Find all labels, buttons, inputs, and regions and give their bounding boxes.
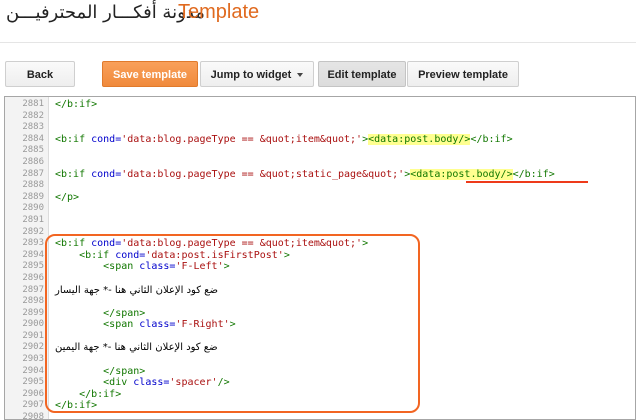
code-line[interactable]: 2882 bbox=[5, 110, 635, 123]
line-number: 2892 bbox=[22, 226, 44, 237]
code-line[interactable]: 2884 <b:if cond='data:blog.pageType == &q… bbox=[5, 133, 635, 146]
line-number: 2890 bbox=[22, 203, 44, 214]
annotation-underline bbox=[466, 181, 588, 183]
line-number: 2891 bbox=[22, 214, 44, 225]
chevron-down-icon bbox=[297, 73, 304, 78]
code-line[interactable]: 2881 </b:if> bbox=[5, 99, 635, 111]
line-number: 2883 bbox=[22, 122, 44, 133]
line-number: 2902 bbox=[22, 342, 44, 353]
code-line[interactable]: 2889 </p> bbox=[5, 191, 635, 204]
back-button[interactable]: Back bbox=[5, 61, 75, 87]
jump-to-widget-dropdown[interactable]: Jump to widget bbox=[200, 61, 314, 87]
code-line[interactable]: 2908 bbox=[5, 412, 635, 420]
line-number: 2885 bbox=[22, 145, 44, 156]
page-title: Template bbox=[178, 1, 260, 23]
line-number: 2904 bbox=[22, 365, 44, 376]
save-template-button[interactable]: Save template bbox=[102, 61, 198, 87]
line-number: 2884 bbox=[22, 133, 44, 144]
line-number: 2899 bbox=[22, 307, 44, 318]
line-number: 2906 bbox=[22, 388, 44, 399]
edit-template-button[interactable]: Edit template bbox=[318, 61, 406, 87]
header: مدونة أفكـــار المحترفيـــن · Template bbox=[0, 0, 636, 30]
line-number: 2898 bbox=[22, 296, 44, 307]
line-number: 2907 bbox=[22, 400, 44, 411]
preview-template-button[interactable]: Preview template bbox=[407, 61, 519, 87]
code-text: <b:if cond='data:blog.pageType == &quot;… bbox=[55, 168, 555, 180]
line-number: 2900 bbox=[22, 319, 44, 330]
header-divider bbox=[0, 42, 636, 43]
blog-name[interactable]: مدونة أفكـــار المحترفيـــن bbox=[6, 2, 205, 23]
line-number: 2889 bbox=[22, 191, 44, 202]
line-number: 2881 bbox=[22, 99, 44, 109]
jump-to-widget-label: Jump to widget bbox=[210, 69, 292, 81]
line-number: 2903 bbox=[22, 354, 44, 365]
code-line[interactable]: 2886 bbox=[5, 156, 635, 169]
code-line[interactable]: 2885 bbox=[5, 145, 635, 157]
title-separator: · bbox=[163, 5, 168, 21]
line-number: 2882 bbox=[22, 110, 44, 121]
line-number: 2886 bbox=[22, 156, 44, 167]
line-number: 2888 bbox=[22, 180, 44, 191]
line-number: 2905 bbox=[22, 377, 44, 388]
line-number: 2893 bbox=[22, 238, 44, 249]
line-number: 2908 bbox=[22, 412, 44, 420]
code-line[interactable]: 2883 bbox=[5, 122, 635, 134]
line-number: 2901 bbox=[22, 330, 44, 341]
line-number: 2897 bbox=[22, 284, 44, 295]
code-text: <b:if cond='data:blog.pageType == &quot;… bbox=[55, 133, 513, 145]
annotation-box bbox=[45, 234, 420, 413]
code-line[interactable]: 2891 bbox=[5, 214, 635, 227]
code-text: </p> bbox=[55, 191, 80, 203]
line-number: 2895 bbox=[22, 261, 44, 272]
line-number: 2894 bbox=[22, 249, 44, 260]
code-text: </b:if> bbox=[55, 99, 98, 110]
line-number: 2896 bbox=[22, 272, 44, 283]
code-line[interactable]: 2890 bbox=[5, 203, 635, 215]
code-line[interactable]: 2887 <b:if cond='data:blog.pageType == &q… bbox=[5, 168, 635, 181]
line-number: 2887 bbox=[22, 168, 44, 179]
